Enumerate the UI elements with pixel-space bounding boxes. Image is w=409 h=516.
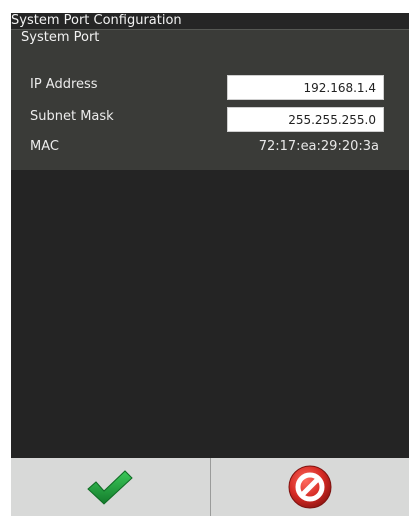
mac-label: MAC — [30, 139, 59, 154]
mac-value: 72:17:ea:29:20:3a — [258, 139, 379, 154]
subnet-mask-label: Subnet Mask — [30, 109, 114, 124]
content-area — [11, 170, 409, 458]
subnet-mask-input[interactable] — [227, 107, 384, 132]
panel-legend: System Port — [21, 30, 100, 45]
cancel-button[interactable] — [211, 458, 409, 516]
dialog-title: System Port Configuration — [11, 13, 182, 28]
ok-button[interactable] — [11, 458, 211, 516]
prohibited-icon — [287, 464, 333, 510]
ip-address-input[interactable] — [227, 75, 384, 100]
ip-address-label: IP Address — [30, 77, 98, 92]
device-screen: System Port Configuration System Port IP… — [11, 13, 409, 516]
action-bar — [11, 458, 409, 516]
checkmark-icon — [85, 468, 135, 506]
system-port-panel: System Port IP Address Subnet Mask MAC 7… — [11, 29, 409, 170]
